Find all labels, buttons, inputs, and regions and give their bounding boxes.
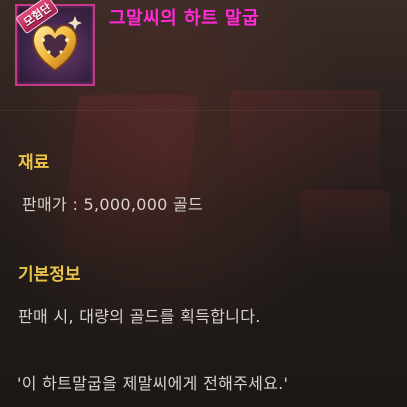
background-scenery [61, 95, 199, 255]
background-scenery [300, 190, 390, 260]
divider [0, 110, 407, 111]
basic-info-heading: 기본정보 [18, 265, 81, 285]
item-icon-frame: 모험단 [15, 0, 95, 86]
flavor-text: '이 하트말굽을 제말씨에게 전해주세요.' [17, 374, 289, 393]
item-description: 판매 시, 대량의 골드를 획득합니다. [18, 307, 261, 326]
materials-heading: 재료 [18, 153, 50, 173]
item-tooltip-panel: 모험단 그말씨의 하트 말굽 재료 판매가 : 5,000,000 골드 기본정… [0, 0, 407, 407]
item-title: 그말씨의 하트 말굽 [109, 8, 260, 29]
sell-price: 판매가 : 5,000,000 골드 [22, 195, 204, 214]
